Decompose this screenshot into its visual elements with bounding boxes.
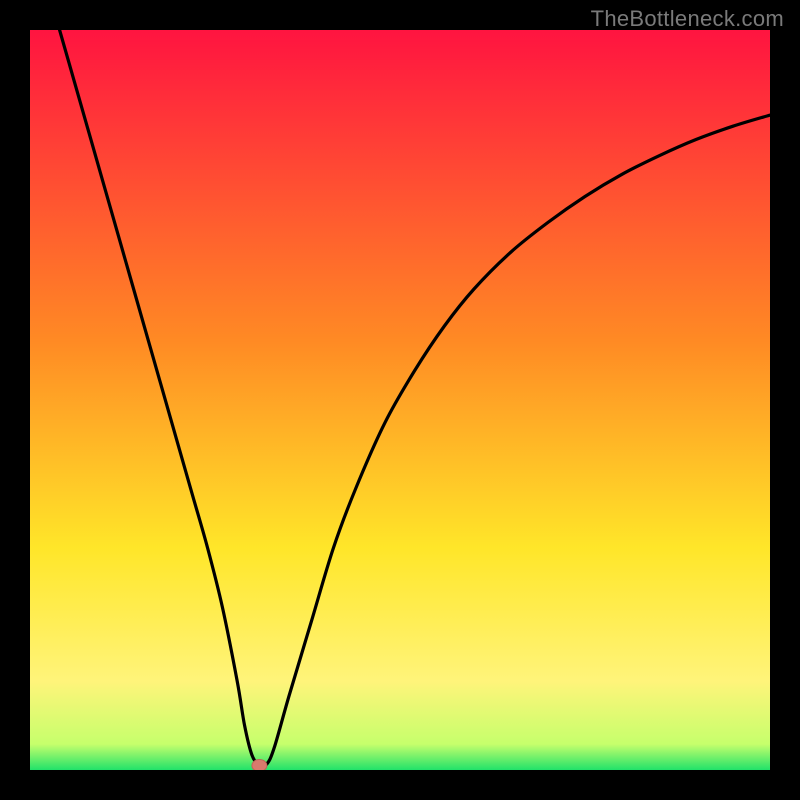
plot-area bbox=[30, 30, 770, 770]
chart-frame: TheBottleneck.com bbox=[0, 0, 800, 800]
gradient-background bbox=[30, 30, 770, 770]
bottleneck-chart bbox=[30, 30, 770, 770]
optimal-point-marker bbox=[252, 760, 267, 770]
watermark-label: TheBottleneck.com bbox=[591, 6, 784, 32]
